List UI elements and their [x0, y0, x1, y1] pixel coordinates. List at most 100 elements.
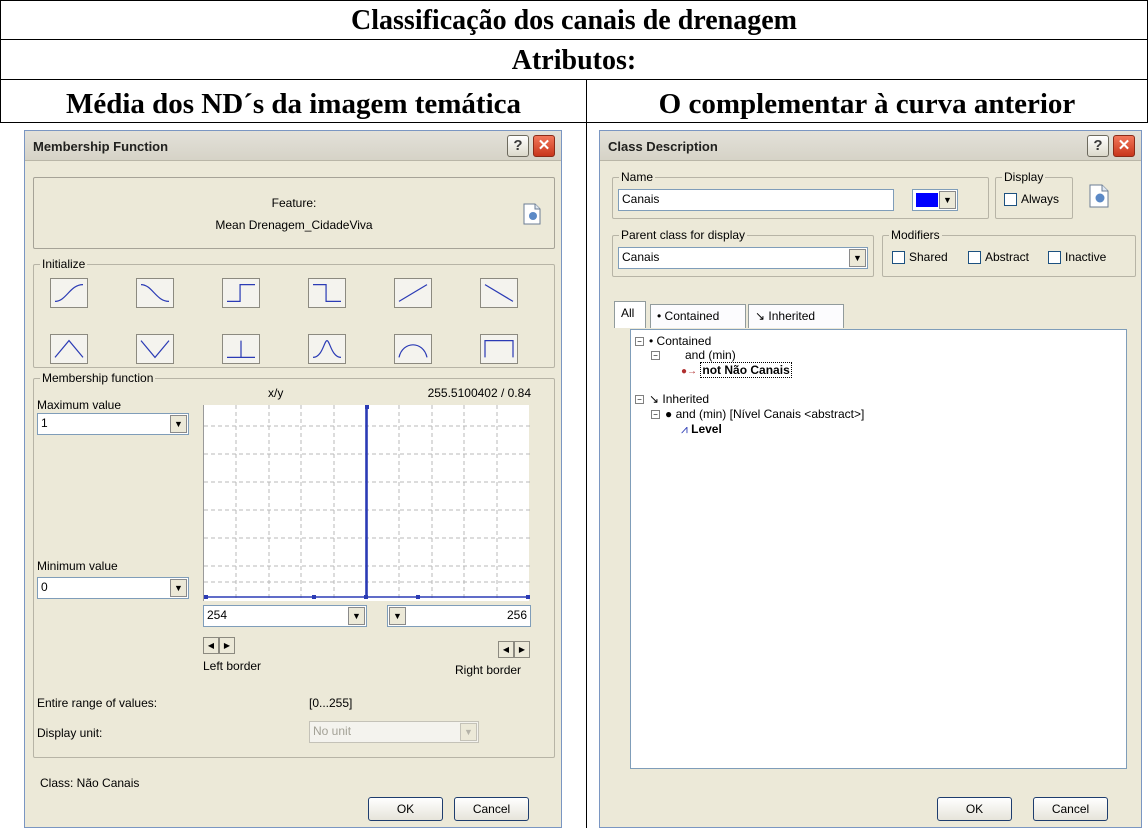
membership-function-dialog: Membership Function ? ✕ Feature: Mean Dr… [24, 130, 562, 828]
feature-box: Feature: Mean Drenagem_CidadeViva [33, 177, 555, 249]
left-border-select[interactable]: 254 ▼ [203, 605, 367, 627]
bullet-icon: • [657, 309, 662, 323]
help-button[interactable]: ? [507, 135, 529, 157]
step-larger-button[interactable] [222, 278, 260, 308]
curve-larger-button[interactable] [50, 278, 88, 308]
class-color-picker[interactable]: ▼ [912, 189, 958, 211]
minimum-value-select[interactable]: 0 ▼ [37, 577, 189, 599]
tree-node-and-min[interactable]: and (min) [685, 348, 736, 362]
display-unit-select: No unit ▼ [309, 721, 479, 743]
level-function-icon: ⩘ [681, 422, 688, 436]
dialog-title: Class Description [608, 139, 718, 154]
edit-class-icon[interactable] [1088, 183, 1110, 209]
step-smaller-button[interactable] [308, 278, 346, 308]
feature-label: Feature: [271, 196, 317, 210]
tree-node-contained[interactable]: • Contained [649, 334, 711, 348]
linear-smaller-button[interactable] [480, 278, 518, 308]
close-button[interactable]: ✕ [533, 135, 555, 157]
about-range-button[interactable] [394, 334, 432, 364]
minimum-value-label: Minimum value [37, 559, 118, 573]
membership-graph[interactable] [203, 405, 530, 601]
initialize-group: Initialize [33, 257, 555, 368]
full-range-button[interactable] [480, 334, 518, 364]
linear-larger-button[interactable] [394, 278, 432, 308]
linear-range-inverted-button[interactable] [136, 334, 174, 364]
approximate-gaussian-button[interactable] [308, 334, 346, 364]
name-group-label: Name [619, 170, 656, 184]
left-border-increase-button[interactable]: ▶ [219, 637, 235, 654]
cancel-button[interactable]: Cancel [454, 797, 529, 821]
class-label: Class: Não Canais [40, 776, 140, 790]
tree-node-and-min-abstract[interactable]: ● and (min) [Nível Canais <abstract>] [665, 407, 864, 421]
dialog-titlebar: Membership Function ? ✕ [25, 131, 561, 161]
linear-larger-icon [398, 284, 428, 302]
tree-node-level[interactable]: ⩘ Level [681, 422, 722, 437]
modifiers-label: Modifiers [889, 228, 942, 242]
inherit-arrow-icon: ↘ [755, 309, 766, 323]
membership-function-label: Membership function [40, 371, 156, 385]
tree-node-not-nao-canais[interactable]: ●→ not Não Canais [681, 362, 792, 378]
display-unit-label: Display unit: [37, 726, 103, 740]
inactive-label: Inactive [1065, 250, 1107, 264]
ok-button[interactable]: OK [368, 797, 443, 821]
tree-node-inherited[interactable]: ↘ Inherited [649, 392, 709, 406]
column-divider [586, 122, 587, 828]
left-border-decrease-button[interactable]: ◀ [203, 637, 219, 654]
initialize-label: Initialize [40, 257, 88, 271]
approximate-gaussian-icon [312, 339, 342, 359]
close-button[interactable]: ✕ [1113, 135, 1135, 157]
range-value: [0...255] [309, 696, 353, 710]
abstract-label: Abstract [985, 250, 1030, 264]
dialog-titlebar: Class Description ? ✕ [600, 131, 1141, 161]
linear-range-inverted-icon [140, 340, 170, 359]
tree-expand-icon[interactable]: − [651, 351, 660, 360]
class-description-dialog: Class Description ? ✕ Name Canais ▼ Disp… [599, 130, 1142, 828]
curve-smaller-button[interactable] [136, 278, 174, 308]
cancel-button[interactable]: Cancel [1033, 797, 1108, 821]
step-larger-icon [226, 283, 255, 303]
help-button[interactable]: ? [1087, 135, 1109, 157]
shared-checkbox[interactable] [892, 251, 905, 264]
dialog-title: Membership Function [33, 139, 169, 154]
xy-label: x/y [268, 386, 284, 400]
table-subtitle: Atributos: [0, 39, 1148, 80]
table-title: Classificação dos canais de drenagem [0, 0, 1148, 40]
linear-range-triangle-button[interactable] [50, 334, 88, 364]
dropdown-arrow-icon[interactable]: ▼ [170, 579, 187, 597]
column-header-right: O complementar à curva anterior [586, 79, 1148, 123]
inactive-checkbox[interactable] [1048, 251, 1061, 264]
tab-contained[interactable]: • Contained [650, 304, 746, 328]
dropdown-arrow-icon[interactable]: ▼ [849, 249, 866, 267]
tree-expand-icon[interactable]: − [635, 395, 644, 404]
class-tree-view[interactable]: − • Contained − and (min) ●→ not Não Can… [630, 329, 1127, 769]
edit-feature-icon[interactable] [522, 202, 542, 226]
right-border-select[interactable]: ▼ 256 [387, 605, 531, 627]
maximum-value-select[interactable]: 1 ▼ [37, 413, 189, 435]
right-border-decrease-button[interactable]: ◀ [498, 641, 514, 658]
dropdown-arrow-icon: ▼ [460, 723, 477, 741]
dropdown-arrow-icon[interactable]: ▼ [389, 607, 406, 625]
dropdown-arrow-icon[interactable]: ▼ [348, 607, 365, 625]
ok-button[interactable]: OK [937, 797, 1012, 821]
dropdown-arrow-icon[interactable]: ▼ [939, 191, 956, 209]
not-operator-icon: ●→ [681, 366, 698, 377]
right-border-increase-button[interactable]: ▶ [514, 641, 530, 658]
abstract-checkbox[interactable] [968, 251, 981, 264]
parent-class-label: Parent class for display [619, 228, 748, 242]
tab-inherited[interactable]: ↘ Inherited [748, 304, 844, 328]
feature-value: Mean Drenagem_CidadeViva [215, 218, 373, 232]
tab-all[interactable]: All [614, 301, 646, 328]
singleton-button[interactable] [222, 334, 260, 364]
step-smaller-icon [313, 283, 341, 303]
shared-label: Shared [909, 250, 948, 264]
tree-expand-icon[interactable]: − [651, 410, 660, 419]
dropdown-arrow-icon[interactable]: ▼ [170, 415, 187, 433]
linear-smaller-icon [484, 284, 514, 302]
parent-class-select[interactable]: Canais ▼ [618, 247, 868, 269]
class-name-input[interactable]: Canais [618, 189, 894, 211]
left-border-label: Left border [203, 659, 262, 673]
tree-expand-icon[interactable]: − [635, 337, 644, 346]
about-range-icon [398, 344, 428, 358]
always-checkbox[interactable] [1004, 193, 1017, 206]
display-group-label: Display [1002, 170, 1046, 184]
